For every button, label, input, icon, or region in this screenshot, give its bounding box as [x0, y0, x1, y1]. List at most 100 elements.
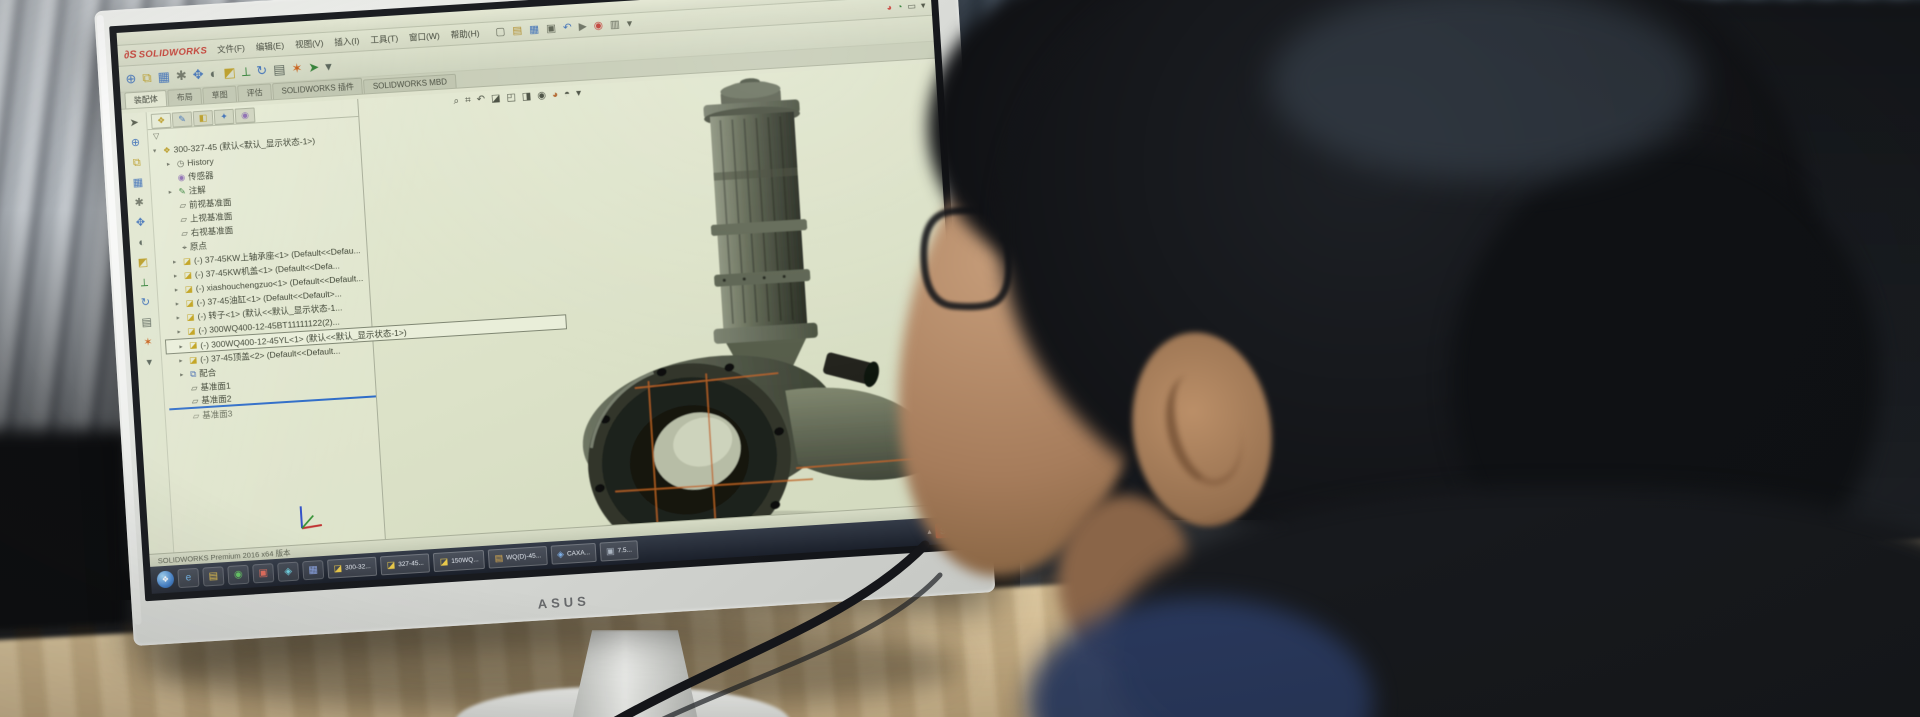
taskbar-window-icon: ◪ [333, 564, 342, 574]
menu-item[interactable]: 工具(T) [370, 32, 399, 46]
dimxpertmanager-tab-icon[interactable]: ✦ [214, 109, 235, 125]
undo-icon[interactable]: ↶ [563, 21, 573, 34]
insert-components-icon[interactable]: ⊕ [131, 138, 141, 150]
insert-component-icon[interactable]: ⊕ [125, 72, 137, 86]
displaymanager-tab-icon[interactable]: ◉ [235, 107, 256, 123]
fastener-tool-icon[interactable]: ✱ [134, 198, 144, 210]
bill-of-materials-icon[interactable]: ▤ [273, 62, 286, 76]
expand-arrow-icon[interactable]: ▸ [175, 285, 182, 293]
new-motion-study-icon[interactable]: ↻ [256, 64, 268, 78]
taskbar-window-label: 300-32... [345, 563, 371, 572]
feature-tree: ▾ ❖ 300-327-45 (默认<默认_显示状态-1>) ▸ ◷ Histo… [148, 129, 376, 425]
part-icon: ◪ [186, 311, 195, 322]
mate-tool-icon[interactable]: ⧉ [133, 158, 142, 169]
ribbon-tab[interactable]: SOLIDWORKS MBD [363, 74, 456, 94]
new-document-icon[interactable]: ▢ [495, 26, 506, 39]
start-button[interactable]: ❖ [156, 570, 174, 588]
origin-icon: ⌖ [182, 241, 187, 252]
collapse-strip-icon[interactable]: ▾ [146, 357, 152, 368]
show-hide-tool-icon[interactable]: ◐ [138, 238, 145, 249]
part-icon: ◪ [184, 283, 193, 294]
reference-tool-icon[interactable]: ⟂ [140, 277, 148, 288]
more-tools-icon[interactable]: ▾ [626, 18, 632, 30]
menu-item[interactable]: 帮助(H) [450, 27, 480, 41]
select-tool-icon[interactable]: ➤ [129, 118, 139, 130]
move-tool-icon[interactable]: ✥ [136, 218, 146, 230]
expand-arrow-icon[interactable]: ▸ [168, 188, 175, 196]
expand-arrow-icon[interactable]: ▸ [176, 313, 183, 321]
tree-item-label: 原点 [190, 240, 208, 253]
menu-item[interactable]: 文件(F) [217, 42, 246, 56]
options-icon[interactable]: ▥ [610, 18, 621, 31]
taskbar-window-button[interactable]: ▤WQ(D)-45... [488, 546, 548, 569]
viewport[interactable]: ⌕⌗↶◪◰◨◉◕◓▾ [122, 63, 963, 554]
taskbar-window-button[interactable]: ▣7.5... [599, 540, 638, 561]
featuremanager-tab-icon[interactable]: ❖ [151, 113, 172, 129]
taskbar-app-browser[interactable]: e [177, 568, 199, 588]
remote-monitor-icon[interactable]: ▭ [907, 0, 916, 12]
part-icon: ◪ [187, 325, 196, 336]
taskbar-app-chat[interactable]: ◉ [227, 565, 249, 585]
expand-arrow-icon[interactable]: ▸ [174, 271, 181, 279]
taskbar-window-button[interactable]: ◪327-45... [380, 553, 430, 575]
ribbon-tab[interactable]: 装配体 [124, 90, 167, 109]
save-icon[interactable]: ▦ [529, 23, 540, 36]
taskbar-apps: e▤◉▣◈▦ [177, 560, 324, 588]
ribbon-tab[interactable]: 草图 [202, 86, 237, 104]
taskbar-window-button[interactable]: ◈CAXA... [551, 543, 597, 565]
expand-arrow-icon[interactable]: ▾ [153, 146, 160, 154]
taskbar-app-red[interactable]: ▣ [252, 563, 274, 583]
motion-tool-icon[interactable]: ↻ [141, 297, 151, 309]
menu-item[interactable]: 插入(I) [334, 35, 360, 49]
bom-tool-icon[interactable]: ▤ [141, 317, 152, 329]
taskbar-app-office[interactable]: ▦ [302, 560, 324, 580]
menu-item[interactable]: 窗口(W) [409, 30, 440, 44]
tree-item-label: 基准面2 [201, 392, 232, 406]
assembly-features-icon[interactable]: ◩ [223, 66, 236, 80]
collapse-arrow-icon[interactable]: ▾ [921, 0, 926, 11]
expand-arrow-icon[interactable]: ▸ [179, 342, 186, 350]
sw-resources-sphere-icon[interactable]: ◕ [886, 2, 892, 12]
move-component-icon[interactable]: ✥ [192, 68, 204, 82]
mate-icon[interactable]: ⧉ [142, 71, 152, 85]
expand-arrow-icon[interactable]: ▸ [175, 299, 182, 307]
taskbar-app-cad[interactable]: ◈ [277, 562, 299, 582]
expand-arrow-icon[interactable]: ▸ [177, 327, 184, 335]
rebuild-traffic-light-icon[interactable]: ◉ [593, 19, 603, 32]
taskbar-app-explorer[interactable]: ▤ [202, 566, 224, 586]
exploded-view-icon[interactable]: ✶ [291, 61, 303, 75]
configurationmanager-tab-icon[interactable]: ◧ [193, 110, 214, 126]
reference-geometry-icon[interactable]: ⟂ [241, 65, 250, 79]
expand-arrow-icon[interactable]: ▸ [173, 257, 180, 265]
plane-icon: ▱ [181, 227, 188, 238]
taskbar-window-label: 7.5... [617, 547, 632, 555]
ribbon-tab[interactable]: 评估 [237, 83, 272, 101]
open-folder-icon[interactable]: ▤ [512, 24, 523, 37]
taskbar-window-label: 327-45... [398, 560, 424, 569]
linear-pattern-icon[interactable]: ▦ [157, 70, 170, 84]
sw-community-sphere-icon[interactable]: ◔ [897, 2, 903, 12]
menu-item[interactable]: 编辑(E) [255, 39, 284, 53]
pattern-tool-icon[interactable]: ▦ [133, 178, 144, 190]
propertymanager-tab-icon[interactable]: ✎ [172, 111, 193, 127]
more-commands-icon[interactable]: ▾ [325, 60, 332, 73]
print-icon[interactable]: ▣ [546, 22, 557, 35]
filter-icon[interactable]: ▽ [153, 131, 160, 140]
instant3d-icon[interactable]: ➤ [308, 60, 320, 74]
assembly-feature-tool-icon[interactable]: ◩ [138, 257, 149, 269]
expand-arrow-icon[interactable]: ▸ [167, 160, 174, 168]
pump-3d-model [358, 64, 945, 539]
taskbar-window-label: CAXA... [567, 549, 591, 557]
explode-tool-icon[interactable]: ✶ [143, 337, 153, 349]
part-icon: ◪ [189, 340, 198, 351]
window-title: 300-327-45 * [783, 0, 827, 2]
expand-arrow-icon[interactable]: ▸ [179, 356, 186, 364]
ribbon-tab[interactable]: 布局 [167, 88, 202, 106]
taskbar-window-button[interactable]: ◪300-32... [327, 557, 377, 579]
taskbar-window-button[interactable]: ◪150WQ... [433, 550, 485, 572]
menu-item[interactable]: 视图(V) [295, 37, 324, 51]
play-icon[interactable]: ▶ [578, 20, 587, 32]
show-hide-components-icon[interactable]: ◐ [209, 67, 218, 80]
smart-fasteners-icon[interactable]: ✱ [175, 69, 187, 83]
expand-arrow-icon[interactable]: ▸ [180, 370, 187, 378]
